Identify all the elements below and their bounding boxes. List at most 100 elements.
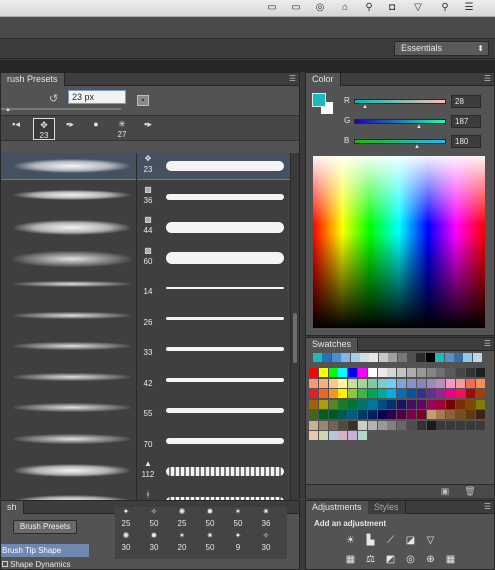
swatch-cell[interactable]	[475, 410, 485, 419]
brush-tip[interactable]: ✳ 27	[111, 118, 133, 140]
swatch-cell[interactable]	[407, 399, 416, 409]
red-slider-handle[interactable]: ▲	[362, 104, 368, 110]
swatch-cell[interactable]	[436, 399, 446, 409]
swatch-cell[interactable]	[446, 389, 456, 398]
swatch-cell[interactable]	[318, 368, 328, 377]
color-balance-icon[interactable]: ⚖	[364, 554, 377, 566]
brush-preset-row[interactable]: 14	[1, 275, 291, 301]
swatch-cell[interactable]	[475, 368, 485, 377]
blue-slider-handle[interactable]: ▲	[414, 144, 420, 150]
swatch-cell[interactable]	[446, 399, 456, 409]
brush-tip[interactable]: ●	[85, 118, 107, 140]
swatch-cell[interactable]	[367, 420, 377, 430]
brush-tip-shape-item[interactable]: Brush Tip Shape	[1, 544, 89, 557]
swatch-cell[interactable]	[426, 410, 436, 419]
swatch-cell[interactable]	[426, 368, 436, 377]
swatch-cell[interactable]	[309, 431, 318, 440]
photo-filter-icon[interactable]: ◎	[404, 554, 417, 566]
brush-preset-row[interactable]: ▩ 36	[1, 184, 291, 210]
swatch-cell[interactable]	[328, 389, 338, 398]
tab-styles[interactable]: Styles	[368, 501, 406, 514]
display-icon[interactable]: ▭	[289, 2, 303, 14]
swatch-cell[interactable]	[463, 353, 473, 362]
swatch-cell[interactable]	[309, 378, 318, 388]
swatch-cell[interactable]	[358, 410, 367, 419]
exposure-icon[interactable]: ◪	[404, 535, 417, 547]
swatch-cell[interactable]	[456, 420, 465, 430]
swatch-cell[interactable]	[397, 368, 407, 377]
swatch-cell[interactable]	[397, 389, 407, 398]
swatch-cell[interactable]	[454, 353, 463, 362]
swatch-cell[interactable]	[309, 368, 318, 377]
tab-color[interactable]: Color	[306, 73, 341, 86]
vibrance-icon[interactable]: ▽	[424, 535, 437, 547]
swatch-cell[interactable]	[456, 389, 465, 398]
swatch-cell[interactable]	[328, 431, 338, 440]
swatch-cell[interactable]	[426, 399, 436, 409]
trash-icon[interactable]: 🗑	[464, 486, 476, 497]
swatch-cell[interactable]	[465, 399, 475, 409]
swatch-cell[interactable]	[397, 353, 407, 362]
checkbox[interactable]	[2, 561, 8, 567]
brush-preset-row[interactable]: ✥ 23	[1, 153, 291, 180]
workspace-switcher[interactable]: Essentials ⬍	[394, 41, 489, 56]
swatch-cell[interactable]	[388, 353, 398, 362]
shape-dynamics-item[interactable]: Shape Dynamics	[1, 558, 89, 570]
swatch-cell[interactable]	[465, 410, 475, 419]
size-input[interactable]	[68, 90, 126, 104]
swatch-cell[interactable]	[348, 431, 358, 440]
swatch-cell[interactable]	[309, 410, 318, 419]
swatch-cell[interactable]	[426, 420, 436, 430]
green-slider-handle[interactable]: ▲	[416, 124, 422, 130]
new-preset-icon[interactable]: ▪	[137, 95, 149, 106]
brush-tip-selected[interactable]: ✥ 23	[33, 118, 55, 140]
reset-icon[interactable]: ↺	[49, 92, 58, 105]
swatch-cell[interactable]	[426, 378, 436, 388]
swatch-cell[interactable]	[416, 410, 426, 419]
swatch-cell[interactable]	[350, 353, 360, 362]
swatch-cell[interactable]	[341, 353, 351, 362]
ring-icon[interactable]: ◎	[313, 2, 327, 14]
swatch-cell[interactable]	[416, 399, 426, 409]
swatch-cell[interactable]	[348, 420, 358, 430]
panel-menu-icon[interactable]: ☰	[289, 74, 296, 83]
swatch-cell[interactable]	[358, 420, 367, 430]
brush-tip[interactable]: ▪▸	[137, 118, 159, 140]
swatch-cell[interactable]	[387, 368, 397, 377]
swatch-cell[interactable]	[472, 353, 482, 362]
swatch-cell[interactable]	[318, 420, 328, 430]
swatch-cell[interactable]	[465, 389, 475, 398]
swatch-cell[interactable]	[309, 389, 318, 398]
swatch-cell[interactable]	[387, 410, 397, 419]
red-value-field[interactable]: 28	[451, 95, 481, 108]
black-white-icon[interactable]: ◩	[384, 554, 397, 566]
swatch-cell[interactable]	[360, 353, 369, 362]
swatch-cell[interactable]	[338, 410, 348, 419]
swatch-cell[interactable]	[397, 410, 407, 419]
blue-value-field[interactable]: 180	[451, 135, 481, 148]
swatch-cell[interactable]	[436, 410, 446, 419]
swatch-cell[interactable]	[446, 410, 456, 419]
brush-preset-row[interactable]: 26	[1, 306, 291, 332]
green-slider[interactable]	[354, 119, 446, 124]
brush-preset-row[interactable]: ▲ 112	[1, 458, 291, 484]
swatch-cell[interactable]	[456, 368, 465, 377]
swatch-cell[interactable]	[367, 410, 377, 419]
swatch-cell[interactable]	[387, 378, 397, 388]
panel-menu-icon[interactable]: ☰	[484, 502, 491, 511]
swatch-cell[interactable]	[387, 420, 397, 430]
swatch-cell[interactable]	[377, 399, 387, 409]
swatch-cell[interactable]	[348, 399, 358, 409]
brush-preset-row[interactable]: 33	[1, 336, 291, 362]
swatch-cell[interactable]	[338, 431, 348, 440]
swatch-cell[interactable]	[348, 368, 358, 377]
swatch-cell[interactable]	[378, 353, 388, 362]
swatch-cell[interactable]	[436, 389, 446, 398]
swatch-cell[interactable]	[407, 368, 416, 377]
swatch-cell[interactable]	[416, 389, 426, 398]
swatch-cell[interactable]	[407, 378, 416, 388]
swatch-cell[interactable]	[407, 389, 416, 398]
swatch-cell[interactable]	[475, 399, 485, 409]
swatch-cell[interactable]	[465, 368, 475, 377]
airplay-icon[interactable]: ▽	[411, 2, 425, 14]
